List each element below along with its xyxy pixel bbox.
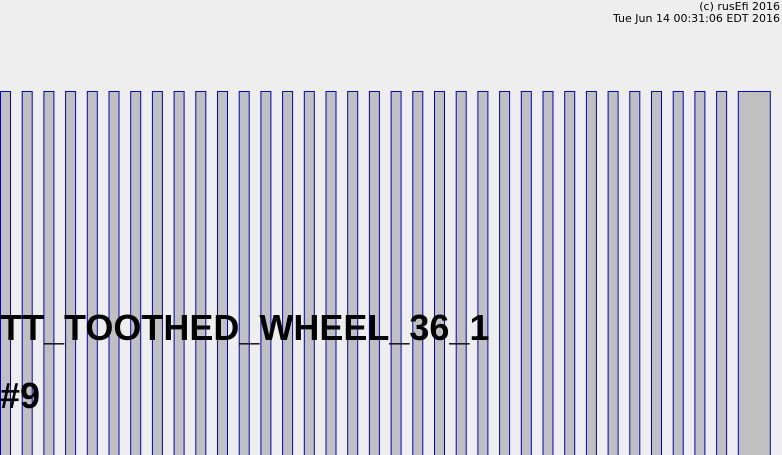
tooth-12 [238, 91, 250, 455]
tooth-19 [390, 91, 402, 455]
tooth-26 [542, 91, 554, 455]
tooth-10 [195, 91, 207, 455]
tooth-13 [260, 91, 272, 455]
trigger-index: #9 [0, 375, 41, 416]
tooth-29 [607, 91, 619, 455]
tooth-27 [564, 91, 576, 455]
tooth-6 [108, 91, 120, 455]
tooth-17 [347, 91, 359, 455]
tooth-23 [477, 91, 489, 455]
tooth-18 [368, 91, 380, 455]
tooth-16 [325, 91, 337, 455]
tooth-32 [672, 91, 684, 455]
tooth-15 [303, 91, 315, 455]
tooth-30 [629, 91, 641, 455]
tooth-5 [86, 91, 98, 455]
trigger-diagram-canvas: (c) rusEfi 2016 Tue Jun 14 00:31:06 EDT … [0, 0, 782, 455]
tooth-34 [716, 91, 728, 455]
tooth-8 [151, 91, 163, 455]
trigger-name: TT_TOOTHED_WHEEL_36_1 [0, 307, 490, 348]
tooth-35 [737, 91, 771, 455]
tooth-28 [585, 91, 597, 455]
tooth-9 [173, 91, 185, 455]
tooth-24 [499, 91, 511, 455]
tooth-4 [65, 91, 77, 455]
tooth-21 [434, 91, 445, 455]
tooth-25 [520, 91, 532, 455]
tooth-20 [412, 91, 424, 455]
tooth-wheel-diagram [0, 91, 771, 455]
tooth-11 [217, 91, 228, 455]
tooth-31 [651, 91, 662, 455]
tooth-22 [455, 91, 467, 455]
tooth-14 [282, 91, 294, 455]
tooth-7 [130, 91, 142, 455]
tooth-3 [43, 91, 55, 455]
timestamp-text: Tue Jun 14 00:31:06 EDT 2016 [613, 12, 780, 25]
tooth-33 [694, 91, 706, 455]
